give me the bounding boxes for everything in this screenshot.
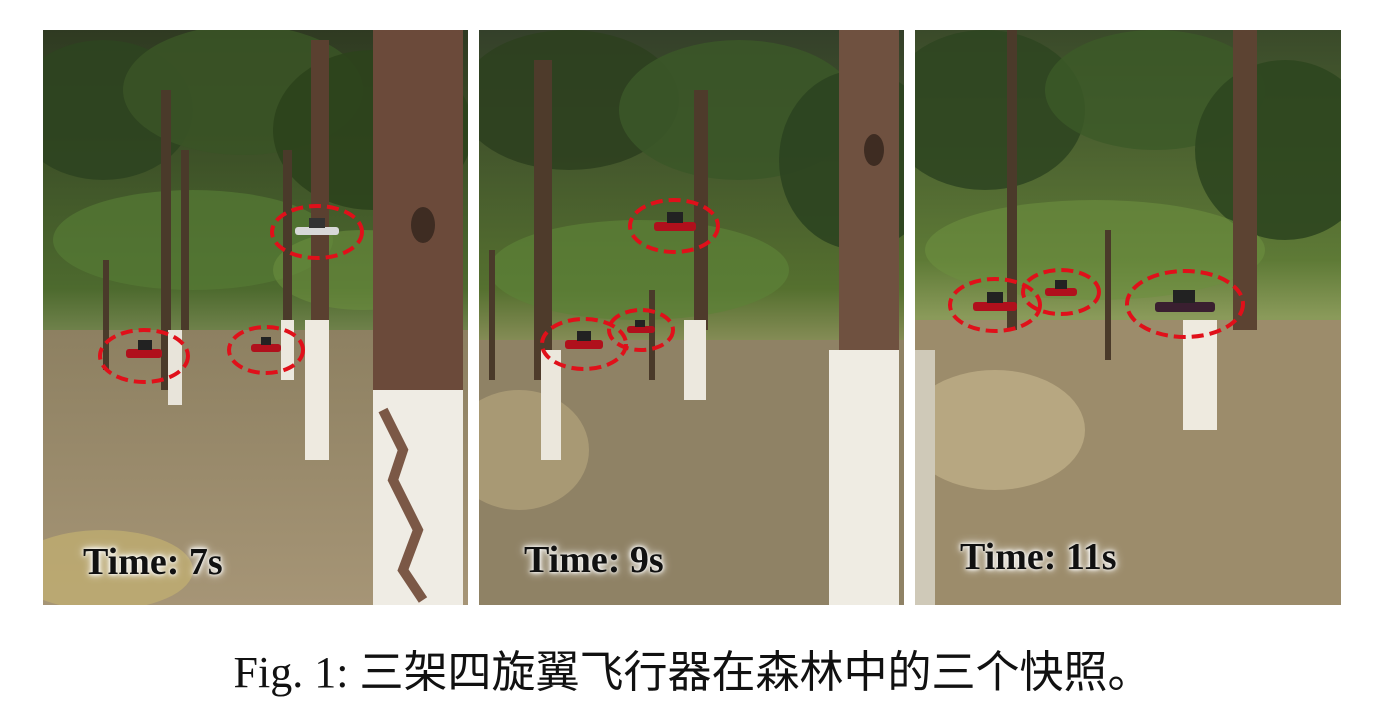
snapshot-panel-7s: Time: 7s [43, 30, 468, 605]
forest-photo [479, 30, 904, 605]
time-label: Time: 7s [83, 541, 223, 583]
time-label: Time: 9s [524, 539, 664, 581]
time-label: Time: 11s [960, 536, 1117, 578]
snapshot-panel-9s: Time: 9s [479, 30, 904, 605]
forest-photo [43, 30, 468, 605]
forest-photo [915, 30, 1341, 605]
snapshot-panel-11s: Time: 11s [915, 30, 1341, 605]
figure-caption: Fig. 1: 三架四旋翼飞行器在森林中的三个快照。 [233, 648, 1152, 697]
